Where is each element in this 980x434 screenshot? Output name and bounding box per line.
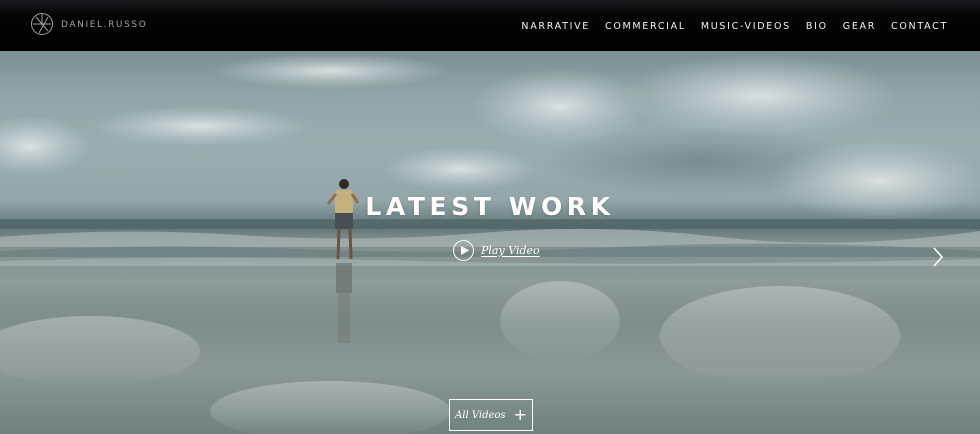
play-video-label[interactable]: Play Video [481, 244, 540, 257]
main-nav: NARRATIVE COMMERCIAL MUSIC-VIDEOS BIO GE… [521, 21, 948, 33]
site-header: DANIEL.RUSSO NARRATIVE COMMERCIAL MUSIC-… [0, 0, 980, 51]
all-videos-label[interactable]: All Videos [455, 410, 506, 421]
chevron-right-icon[interactable] [931, 246, 945, 268]
play-video-button[interactable]: Play Video [453, 239, 540, 261]
compass-monogram-icon[interactable] [30, 12, 54, 36]
nav-item-music-videos[interactable]: MUSIC-VIDEOS [701, 21, 791, 33]
plus-icon[interactable]: + [514, 407, 527, 423]
hero-title: LATEST WORK [365, 192, 615, 221]
nav-item-gear[interactable]: GEAR [843, 21, 876, 33]
nav-item-commercial[interactable]: COMMERCIAL [605, 21, 686, 33]
all-videos-button[interactable]: All Videos + [449, 399, 533, 431]
hero-slider: LATEST WORK Play Video All Videos + [0, 51, 980, 434]
nav-item-narrative[interactable]: NARRATIVE [521, 21, 590, 33]
site-brand-name[interactable]: DANIEL.RUSSO [61, 19, 147, 31]
nav-item-contact[interactable]: CONTACT [891, 21, 948, 33]
play-circle-icon[interactable] [453, 239, 474, 261]
nav-item-bio[interactable]: BIO [806, 21, 828, 33]
